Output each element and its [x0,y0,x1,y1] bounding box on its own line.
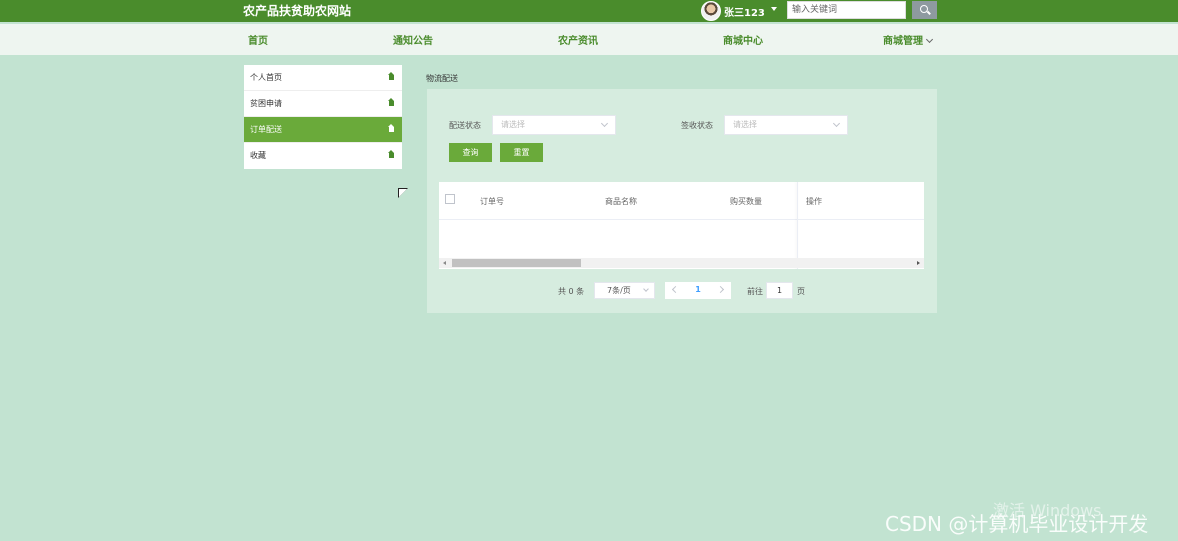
sidebar-item-order-delivery[interactable]: 订单配送 [244,117,402,143]
nav-mall-management-label: 商城管理 [883,36,923,47]
select-placeholder: 请选择 [733,120,757,129]
sidebar: 个人首页 贫困申请 订单配送 收藏 [244,65,402,169]
sidebar-item-favorites[interactable]: 收藏 [244,143,402,169]
horizontal-scrollbar[interactable] [439,258,924,268]
fixed-column-divider [797,182,798,269]
top-bar: 农产品扶贫助农网站 张三123 [0,0,1178,22]
column-header-order-no[interactable]: 订单号 [480,196,504,207]
search-button[interactable] [912,1,937,19]
csdn-watermark: CSDN @计算机毕业设计开发 [885,512,1149,536]
chevron-down-icon [832,119,841,128]
mouse-cursor-icon [398,188,408,198]
table-header: 订单号 商品名称 购买数量 操作 [439,182,924,220]
nav-home[interactable]: 首页 [248,36,268,48]
reset-button[interactable]: 重置 [500,143,543,162]
scroll-right-arrow-icon[interactable] [917,261,920,265]
home-icon [388,150,395,159]
pagination-total: 共 0 条 [558,287,585,296]
sidebar-item-label: 订单配送 [250,125,282,134]
caret-down-icon[interactable] [771,7,777,11]
sidebar-item-label: 贫困申请 [250,99,282,108]
orders-table: 订单号 商品名称 购买数量 操作 [439,182,924,269]
column-header-actions: 操作 [806,197,822,206]
chevron-down-icon [600,119,609,128]
query-button[interactable]: 查询 [449,143,492,162]
site-title[interactable]: 农产品扶贫助农网站 [243,3,351,19]
sidebar-item-poverty-application[interactable]: 贫困申请 [244,91,402,117]
receipt-status-select[interactable]: 请选择 [724,115,848,135]
scroll-thumb[interactable] [452,259,581,267]
delivery-status-label: 配送状态 [449,121,481,130]
page-size-select[interactable]: 7条/页 [594,282,655,299]
breadcrumb: 物流配送 [426,74,458,83]
user-avatar[interactable] [701,1,721,21]
select-placeholder: 请选择 [501,120,525,129]
sidebar-item-label: 收藏 [250,151,266,160]
sidebar-item-label: 个人首页 [250,73,282,82]
username[interactable]: 张三123 [724,4,765,19]
receipt-status-label: 签收状态 [681,121,713,130]
chevron-down-icon [925,35,934,44]
search-input[interactable] [787,1,906,19]
sidebar-item-profile[interactable]: 个人首页 [244,65,402,91]
home-icon [388,98,395,107]
nav-mall-management[interactable]: 商城管理 [883,35,934,48]
chevron-down-icon [643,286,649,292]
page-suffix: 页 [797,287,805,296]
delivery-status-select[interactable]: 请选择 [492,115,616,135]
scroll-left-arrow-icon[interactable] [443,261,446,265]
page-size-value: 7条/页 [607,286,631,295]
nav-news[interactable]: 农产资讯 [558,36,598,48]
pagination-pager: 1 [665,282,731,299]
column-header-product-name[interactable]: 商品名称 [605,196,637,207]
goto-label: 前往 [747,287,763,296]
column-header-quantity[interactable]: 购买数量 [730,196,762,207]
nav-notices[interactable]: 通知公告 [393,36,433,48]
nav-mall-center[interactable]: 商城中心 [723,36,763,48]
goto-page-input[interactable]: 1 [766,282,793,299]
home-icon [388,72,395,81]
select-all-checkbox[interactable] [445,194,455,204]
main-nav: 首页 通知公告 农产资讯 商城中心 商城管理 [0,24,1178,55]
home-icon [388,124,395,133]
